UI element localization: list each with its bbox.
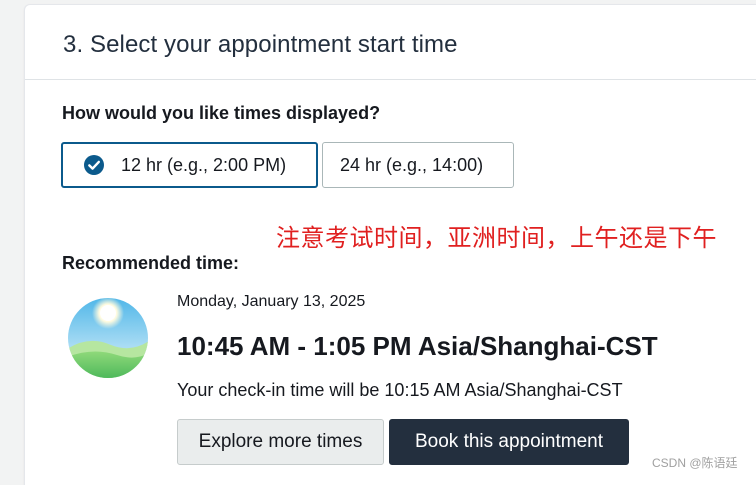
time-format-question: How would you like times displayed?	[62, 103, 381, 123]
section-title: 3. Select your appointment start time	[63, 31, 458, 58]
time-format-24hr-label: 24 hr (e.g., 14:00)	[340, 154, 484, 175]
daytime-sun-icon	[68, 298, 148, 378]
check-circle-icon	[84, 155, 104, 175]
appointment-time-range: 10:45 AM - 1:05 PM Asia/Shanghai-CST	[177, 331, 658, 361]
time-format-12hr-option[interactable]: 12 hr (e.g., 2:00 PM)	[61, 142, 318, 188]
watermark: CSDN @陈语廷	[652, 456, 738, 470]
book-appointment-button[interactable]: Book this appointment	[389, 419, 629, 465]
appointment-date: Monday, January 13, 2025	[177, 293, 366, 310]
card-header: 3. Select your appointment start time	[25, 5, 756, 80]
recommended-time-label: Recommended time:	[62, 253, 240, 273]
explore-more-times-button[interactable]: Explore more times	[177, 419, 384, 465]
annotation-note: 注意考试时间，亚洲时间，上午还是下午	[276, 224, 717, 252]
time-format-24hr-option[interactable]: 24 hr (e.g., 14:00)	[322, 142, 514, 188]
time-format-12hr-label: 12 hr (e.g., 2:00 PM)	[121, 154, 287, 175]
checkin-time-text: Your check-in time will be 10:15 AM Asia…	[177, 380, 623, 400]
